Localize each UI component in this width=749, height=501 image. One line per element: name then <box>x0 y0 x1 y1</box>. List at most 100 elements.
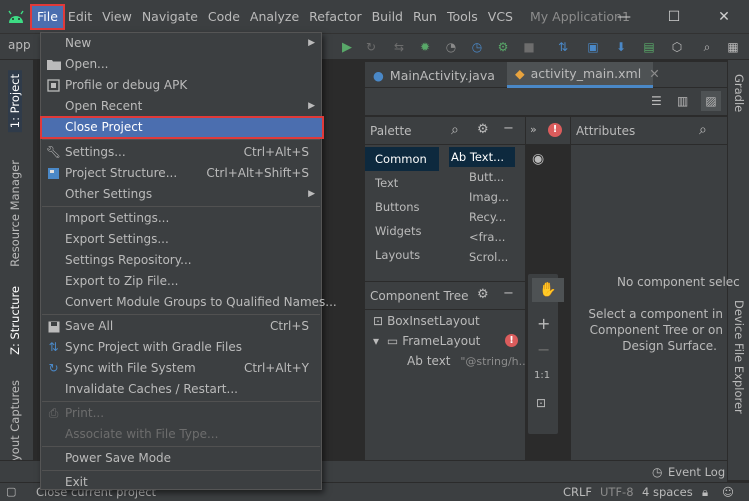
menu-item-export-settings[interactable]: Export Settings... <box>41 229 321 250</box>
palette-category-layouts[interactable]: Layouts <box>365 243 439 267</box>
tool-window-layout-captures[interactable]: ayout Captures <box>8 380 22 468</box>
palette-category-text[interactable]: Text <box>365 171 439 195</box>
search-icon[interactable]: ⌕ <box>699 122 707 138</box>
zoom-out-button[interactable]: − <box>537 340 550 359</box>
menu-vcs[interactable]: VCS <box>483 6 518 28</box>
palette-item-imageview[interactable]: Imag... <box>449 187 515 207</box>
layout-inspector-icon[interactable]: ⬡ <box>668 38 686 56</box>
tree-row-boxinsetlayout[interactable]: ⊡ BoxInsetLayout <box>373 311 480 331</box>
menu-item-power-save-mode[interactable]: Power Save Mode <box>41 448 321 469</box>
avd-manager-icon[interactable]: ▣ <box>584 38 602 56</box>
ide-menu-icon[interactable]: ▦ <box>724 38 742 56</box>
breadcrumb-app[interactable]: app <box>8 38 31 52</box>
run-icon[interactable]: ▶ <box>338 38 356 56</box>
status-toggle-icon[interactable]: ▢ <box>6 485 16 498</box>
component-tree-title: Component Tree <box>370 288 469 303</box>
error-icon[interactable]: ! <box>548 123 562 137</box>
menu-edit[interactable]: Edit <box>63 6 97 28</box>
menu-refactor[interactable]: Refactor <box>304 6 366 28</box>
menu-item-open-recent[interactable]: Open Recent ▶ <box>41 96 321 117</box>
gear-icon[interactable]: ⚙ <box>477 287 489 302</box>
profile-icon[interactable]: ◷ <box>468 38 486 56</box>
menu-build[interactable]: Build <box>367 6 408 28</box>
palette-item-button[interactable]: Butt... <box>449 167 515 187</box>
tab-main-activity[interactable]: ● MainActivity.java <box>365 62 505 88</box>
search-icon[interactable]: ⌕ <box>451 122 459 138</box>
tool-window-structure[interactable]: Z: Structure <box>8 286 22 355</box>
menu-item-invalidate-caches[interactable]: Invalidate Caches / Restart... <box>41 379 321 400</box>
file-encoding[interactable]: UTF-8 <box>600 485 634 499</box>
menu-item-other-settings[interactable]: Other Settings ▶ <box>41 184 321 205</box>
menu-item-convert-module-groups[interactable]: Convert Module Groups to Qualified Names… <box>41 292 337 313</box>
tree-row-framelayout[interactable]: ▾ ▭ FrameLayout ! <box>373 331 523 351</box>
palette-item-textview[interactable]: Ab Text... <box>449 147 515 167</box>
menu-navigate[interactable]: Navigate <box>137 6 203 28</box>
menu-item-export-zip[interactable]: Export to Zip File... <box>41 271 321 292</box>
apply-changes-icon[interactable]: ↻ <box>362 38 380 56</box>
attach-debugger-icon[interactable]: ◔ <box>442 38 460 56</box>
palette-category-buttons[interactable]: Buttons <box>365 195 439 219</box>
menu-analyze[interactable]: Analyze <box>245 6 304 28</box>
menu-item-save-all[interactable]: Save All Ctrl+S <box>41 316 321 337</box>
zoom-in-button[interactable]: + <box>537 314 550 333</box>
palette-item-scrollview[interactable]: Scrol... <box>449 247 515 267</box>
menu-tools[interactable]: Tools <box>442 6 483 28</box>
split-view-icon[interactable]: ▥ <box>677 94 688 108</box>
code-view-icon[interactable]: ☰ <box>651 94 662 108</box>
sdk-manager-icon[interactable]: ⬇ <box>612 38 630 56</box>
menu-file[interactable]: File <box>30 3 65 30</box>
palette-item-recyclerview[interactable]: Recy... <box>449 207 515 227</box>
sync-gradle-icon[interactable]: ⇅ <box>554 38 572 56</box>
expand-arrow-icon[interactable]: ▾ <box>373 334 379 348</box>
close-tab-icon[interactable]: ✕ <box>649 66 659 81</box>
menu-item-settings-repository[interactable]: Settings Repository... <box>41 250 321 271</box>
menu-item-new[interactable]: New ▶ <box>41 33 321 54</box>
tab-activity-main-xml[interactable]: ◆ activity_main.xml ✕ <box>507 62 660 88</box>
debug-icon[interactable]: ✹ <box>416 38 434 56</box>
menu-view[interactable]: View <box>97 6 137 28</box>
event-log-button[interactable]: Event Log <box>668 465 725 479</box>
tool-window-device-file-explorer[interactable]: Device File Explorer <box>732 300 746 414</box>
palette-item-fragment[interactable]: <fra... <box>449 227 515 247</box>
apply-code-changes-icon[interactable]: ⇆ <box>390 38 408 56</box>
error-icon[interactable]: ! <box>505 334 518 347</box>
menu-item-settings[interactable]: 🔧︎ Settings... Ctrl+Alt+S <box>41 142 321 163</box>
maximize-button[interactable]: ☐ <box>649 0 699 34</box>
gear-icon[interactable]: ⚙ <box>477 122 489 137</box>
search-everywhere-icon[interactable]: ⌕ <box>698 38 716 56</box>
menu-run[interactable]: Run <box>408 6 442 28</box>
pan-hand-icon[interactable]: ✋ <box>532 278 564 302</box>
menu-item-close-project[interactable]: Close Project <box>40 116 324 139</box>
menu-code[interactable]: Code <box>203 6 245 28</box>
right-tool-strip: Gradle Device File Explorer <box>727 60 749 480</box>
indent-setting[interactable]: 4 spaces <box>642 485 693 499</box>
tree-row-textview[interactable]: Ab text "@string/h... <box>407 351 529 371</box>
menu-item-import-settings[interactable]: Import Settings... <box>41 208 321 229</box>
collapse-icon[interactable]: » <box>530 123 537 136</box>
zoom-actual-size-button[interactable]: 1:1 <box>534 370 550 381</box>
palette-category-common[interactable]: Common <box>365 147 439 171</box>
minimize-button[interactable]: — <box>599 0 649 34</box>
tool-window-gradle[interactable]: Gradle <box>732 74 746 112</box>
design-view-icon[interactable]: ▨ <box>701 91 721 111</box>
menu-item-sync-file-system[interactable]: ↻ Sync with File System Ctrl+Alt+Y <box>41 358 321 379</box>
device-manager-icon[interactable]: ▤ <box>640 38 658 56</box>
inspector-icon[interactable]: ☺ <box>722 485 734 499</box>
hide-icon[interactable]: − <box>503 286 514 301</box>
zoom-fit-icon[interactable]: ⊡ <box>536 396 546 410</box>
tool-window-resource-manager[interactable]: Resource Manager <box>8 160 22 267</box>
attach-process-icon[interactable]: ⚙ <box>494 38 512 56</box>
menu-item-project-structure[interactable]: Project Structure... Ctrl+Alt+Shift+S <box>41 163 321 184</box>
tool-window-project[interactable]: 1: Project <box>8 70 22 133</box>
menu-item-profile-apk[interactable]: Profile or debug APK <box>41 75 321 96</box>
menu-item-sync-gradle[interactable]: ⇅ Sync Project with Gradle Files <box>41 337 321 358</box>
hide-icon[interactable]: − <box>503 121 514 136</box>
line-separator[interactable]: CRLF <box>563 485 592 499</box>
eye-icon[interactable]: ◉ <box>532 151 544 167</box>
palette-category-widgets[interactable]: Widgets <box>365 219 439 243</box>
menu-item-open[interactable]: Open... <box>41 54 321 75</box>
menu-item-exit[interactable]: Exit <box>41 472 321 493</box>
stop-icon[interactable]: ■ <box>520 38 538 56</box>
close-window-button[interactable]: ✕ <box>699 0 749 34</box>
lock-icon[interactable]: 🔒︎ <box>702 485 708 500</box>
